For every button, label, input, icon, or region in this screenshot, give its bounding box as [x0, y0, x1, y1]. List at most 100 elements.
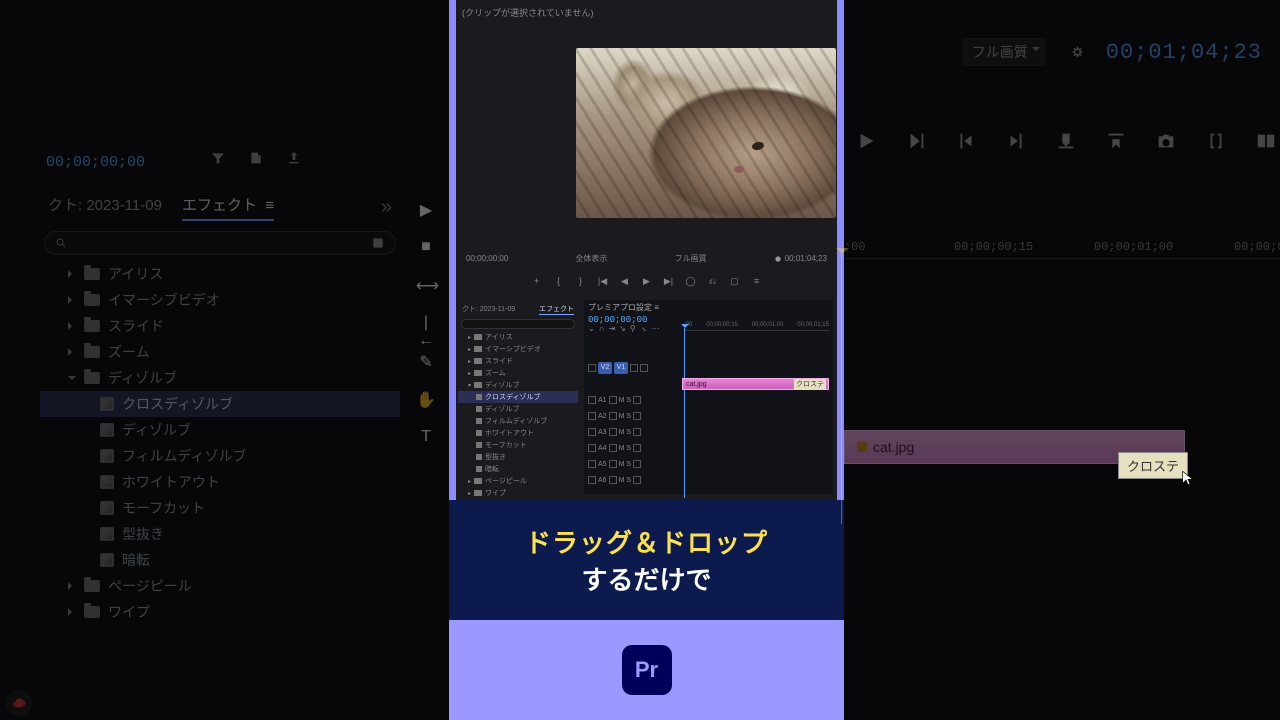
- mini-video-track[interactable]: V2V1: [588, 360, 829, 376]
- lift-button[interactable]: [1055, 130, 1077, 152]
- transition-icon: [100, 527, 114, 541]
- effects-folder[interactable]: ディゾルブ: [40, 365, 400, 391]
- mini-folder[interactable]: ▸スライド: [458, 355, 578, 367]
- mini-search[interactable]: [461, 319, 575, 329]
- transition-icon: [100, 501, 114, 515]
- mini-audio-track[interactable]: A2MS: [588, 408, 829, 424]
- folder-icon: [84, 580, 100, 592]
- mini-fit[interactable]: 全体表示: [575, 253, 607, 264]
- program-monitor[interactable]: [576, 48, 836, 218]
- mini-audio-track[interactable]: A3MS: [588, 424, 829, 440]
- mini-wrench-icon[interactable]: [774, 255, 782, 263]
- effects-item[interactable]: 暗転: [40, 547, 400, 573]
- mini-item[interactable]: 暗転: [458, 463, 578, 475]
- tool-6[interactable]: T: [416, 428, 436, 448]
- effects-folder[interactable]: イマーシブビデオ: [40, 287, 400, 313]
- mini-folder[interactable]: ▸ズーム: [458, 367, 578, 379]
- compare-button[interactable]: [1255, 130, 1277, 152]
- transition-icon: [100, 449, 114, 463]
- tutorial-overlay: (クリップが選択されていません) 00;00;00;00 全体表示 フル画質 0…: [449, 0, 844, 720]
- folder-icon: [84, 268, 100, 280]
- panel-expand-icon[interactable]: »: [381, 196, 392, 219]
- effects-item[interactable]: ディゾルブ: [40, 417, 400, 443]
- mini-tc-in: 00;00;00;00: [466, 254, 508, 263]
- effects-panel: クト: 2023-11-09 エフェクト ≡ » アイリスイマーシブビデオスライ…: [40, 190, 400, 625]
- new-item-icon[interactable]: [248, 150, 264, 169]
- effects-item[interactable]: クロスディゾルブ: [40, 391, 400, 417]
- settings-wrench-icon[interactable]: [1068, 44, 1084, 60]
- effects-folder[interactable]: アイリス: [40, 261, 400, 287]
- tool-2[interactable]: ⟷: [416, 276, 436, 296]
- tool-3[interactable]: |←: [416, 314, 436, 334]
- effects-folder[interactable]: ワイプ: [40, 599, 400, 625]
- creative-cloud-icon[interactable]: [6, 690, 32, 716]
- extract-button[interactable]: [1105, 130, 1127, 152]
- mini-item[interactable]: ディゾルブ: [458, 403, 578, 415]
- mini-item[interactable]: クロスディゾルブ: [458, 391, 578, 403]
- folder-icon: [84, 294, 100, 306]
- preset-icon[interactable]: [371, 236, 385, 250]
- program-transport: [855, 130, 1277, 152]
- filter-icon[interactable]: [210, 150, 226, 169]
- effects-search-field[interactable]: [67, 235, 371, 252]
- mini-effects-panel: クト: 2023-11-09エフェクト ▸アイリス▸イマーシブビデオ▸スライド▸…: [458, 302, 578, 499]
- effects-folder[interactable]: ズーム: [40, 339, 400, 365]
- mini-ruler[interactable]: [684, 330, 829, 340]
- bracket-button[interactable]: [1205, 130, 1227, 152]
- transition-icon: [100, 397, 114, 411]
- effects-item[interactable]: 型抜き: [40, 521, 400, 547]
- search-icon: [55, 237, 67, 249]
- mini-audio-track[interactable]: A4MS: [588, 440, 829, 456]
- mark-in-button[interactable]: [955, 130, 977, 152]
- folder-icon: [84, 606, 100, 618]
- mini-folder[interactable]: ▸ワイプ: [458, 487, 578, 499]
- project-tab[interactable]: クト: 2023-11-09: [48, 194, 162, 221]
- mini-audio-track[interactable]: A1MS: [588, 392, 829, 408]
- timeline-tools: ▶ ■ ⟷ |← ✎ ✋ T: [410, 200, 442, 448]
- mini-item[interactable]: 型抜き: [458, 451, 578, 463]
- playback-quality-select[interactable]: フル画質: [962, 38, 1046, 66]
- mini-timeline: プレミアプロ設定 ≡ 00;00;00;00 ⌄∩⇥↘⚲ヽ⋯ ;0000;00;…: [584, 300, 833, 494]
- mini-folder[interactable]: ▸アイリス: [458, 331, 578, 343]
- effects-folder[interactable]: スライド: [40, 313, 400, 339]
- clip-label: cat.jpg: [873, 439, 914, 455]
- mini-folder[interactable]: ▸ページピール: [458, 475, 578, 487]
- program-time-ruler[interactable]: [838, 78, 1280, 106]
- tool-1[interactable]: ■: [416, 238, 436, 258]
- mini-transport: +{} |◀◀▶▶| ◯⎌▢≡: [456, 276, 837, 288]
- export-icon[interactable]: [286, 150, 302, 169]
- tool-0[interactable]: ▶: [416, 200, 436, 220]
- effects-folder[interactable]: ページピール: [40, 573, 400, 599]
- effects-item[interactable]: ホワイトアウト: [40, 469, 400, 495]
- tool-5[interactable]: ✋: [416, 390, 436, 410]
- mini-item[interactable]: フィルムディゾルブ: [458, 415, 578, 427]
- timeline-playhead[interactable]: [841, 254, 842, 524]
- mark-out-button[interactable]: [1005, 130, 1027, 152]
- mini-drag-badge[interactable]: クロステ: [794, 379, 826, 390]
- mini-tc-out: 00;01;04;23: [785, 254, 827, 263]
- export-frame-button[interactable]: [1155, 130, 1177, 152]
- mini-item[interactable]: ホワイトアウト: [458, 427, 578, 439]
- effects-item[interactable]: フィルムディゾルブ: [40, 443, 400, 469]
- playback-quality-label: フル画質: [972, 44, 1028, 60]
- premiere-logo: Pr: [622, 645, 672, 695]
- mini-audio-track[interactable]: A5MS: [588, 456, 829, 472]
- mini-folder[interactable]: ▸イマーシブビデオ: [458, 343, 578, 355]
- drag-transition-badge[interactable]: クロステ: [1118, 452, 1188, 479]
- mini-clip[interactable]: cat.jpgクロステ: [682, 378, 829, 390]
- mini-item[interactable]: モーフカット: [458, 439, 578, 451]
- play-button[interactable]: [855, 130, 877, 152]
- mini-audio-track[interactable]: A6MS: [588, 472, 829, 488]
- mini-clip-row[interactable]: cat.jpgクロステ: [588, 376, 829, 392]
- mini-folder-open[interactable]: ▾ディゾルブ: [458, 379, 578, 391]
- effects-item[interactable]: モーフカット: [40, 495, 400, 521]
- tool-4[interactable]: ✎: [416, 352, 436, 372]
- effects-search-input[interactable]: [44, 231, 396, 255]
- program-timecode: 00;01;04;23: [1106, 40, 1262, 65]
- caption-banner: ドラッグ＆ドロップ するだけで: [449, 500, 844, 620]
- folder-icon: [84, 320, 100, 332]
- mini-sequence-tab[interactable]: プレミアプロ設定 ≡: [584, 300, 833, 315]
- mini-quality[interactable]: フル画質: [675, 253, 707, 264]
- effects-tab[interactable]: エフェクト ≡: [182, 194, 274, 221]
- step-forward-button[interactable]: [905, 130, 927, 152]
